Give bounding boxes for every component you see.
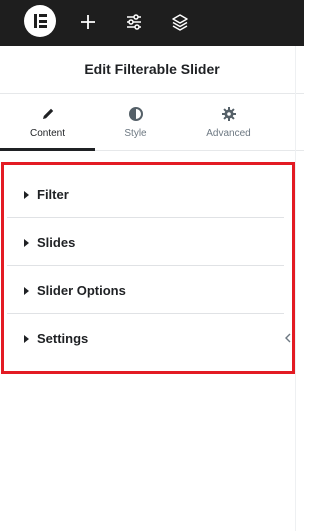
panel-tabs: Content Style Advanced: [0, 95, 304, 151]
plus-icon[interactable]: [77, 11, 99, 33]
caret-right-icon: [24, 287, 29, 295]
elementor-logo-icon[interactable]: [24, 5, 56, 37]
gear-icon: [221, 107, 236, 121]
caret-right-icon: [24, 191, 29, 199]
tab-content-label: Content: [29, 128, 66, 139]
section-label: Slides: [37, 235, 76, 250]
caret-right-icon: [24, 239, 29, 247]
controls-highlight-frame: Filter Slides Slider Options Settings: [1, 162, 295, 374]
tab-advanced[interactable]: Advanced: [181, 95, 276, 151]
logo-bar: [39, 25, 47, 28]
layers-icon[interactable]: [169, 11, 191, 33]
logo-bar: [39, 19, 47, 23]
collapse-panel-chevron-icon[interactable]: [283, 331, 293, 345]
logo-bar: [39, 14, 47, 17]
section-slides[interactable]: Slides: [7, 218, 284, 266]
logo-bar: [34, 14, 37, 28]
section-label: Filter: [37, 187, 69, 202]
sliders-icon[interactable]: [123, 11, 145, 33]
panel-title: Edit Filterable Slider: [84, 61, 220, 77]
top-toolbar: [0, 0, 304, 46]
panel-header: Edit Filterable Slider: [0, 46, 304, 94]
section-settings[interactable]: Settings: [7, 314, 284, 362]
half-circle-icon: [128, 107, 143, 121]
pencil-icon: [42, 108, 53, 119]
section-label: Settings: [37, 331, 89, 346]
panel-edge: [295, 46, 296, 531]
tab-advanced-label: Advanced: [206, 128, 251, 139]
section-filter[interactable]: Filter: [7, 170, 284, 218]
section-label: Slider Options: [37, 283, 126, 298]
tab-style-label: Style: [124, 128, 147, 139]
section-slider-options[interactable]: Slider Options: [7, 266, 284, 314]
tab-style[interactable]: Style: [88, 95, 183, 151]
tab-content[interactable]: Content: [0, 95, 95, 151]
caret-right-icon: [24, 335, 29, 343]
